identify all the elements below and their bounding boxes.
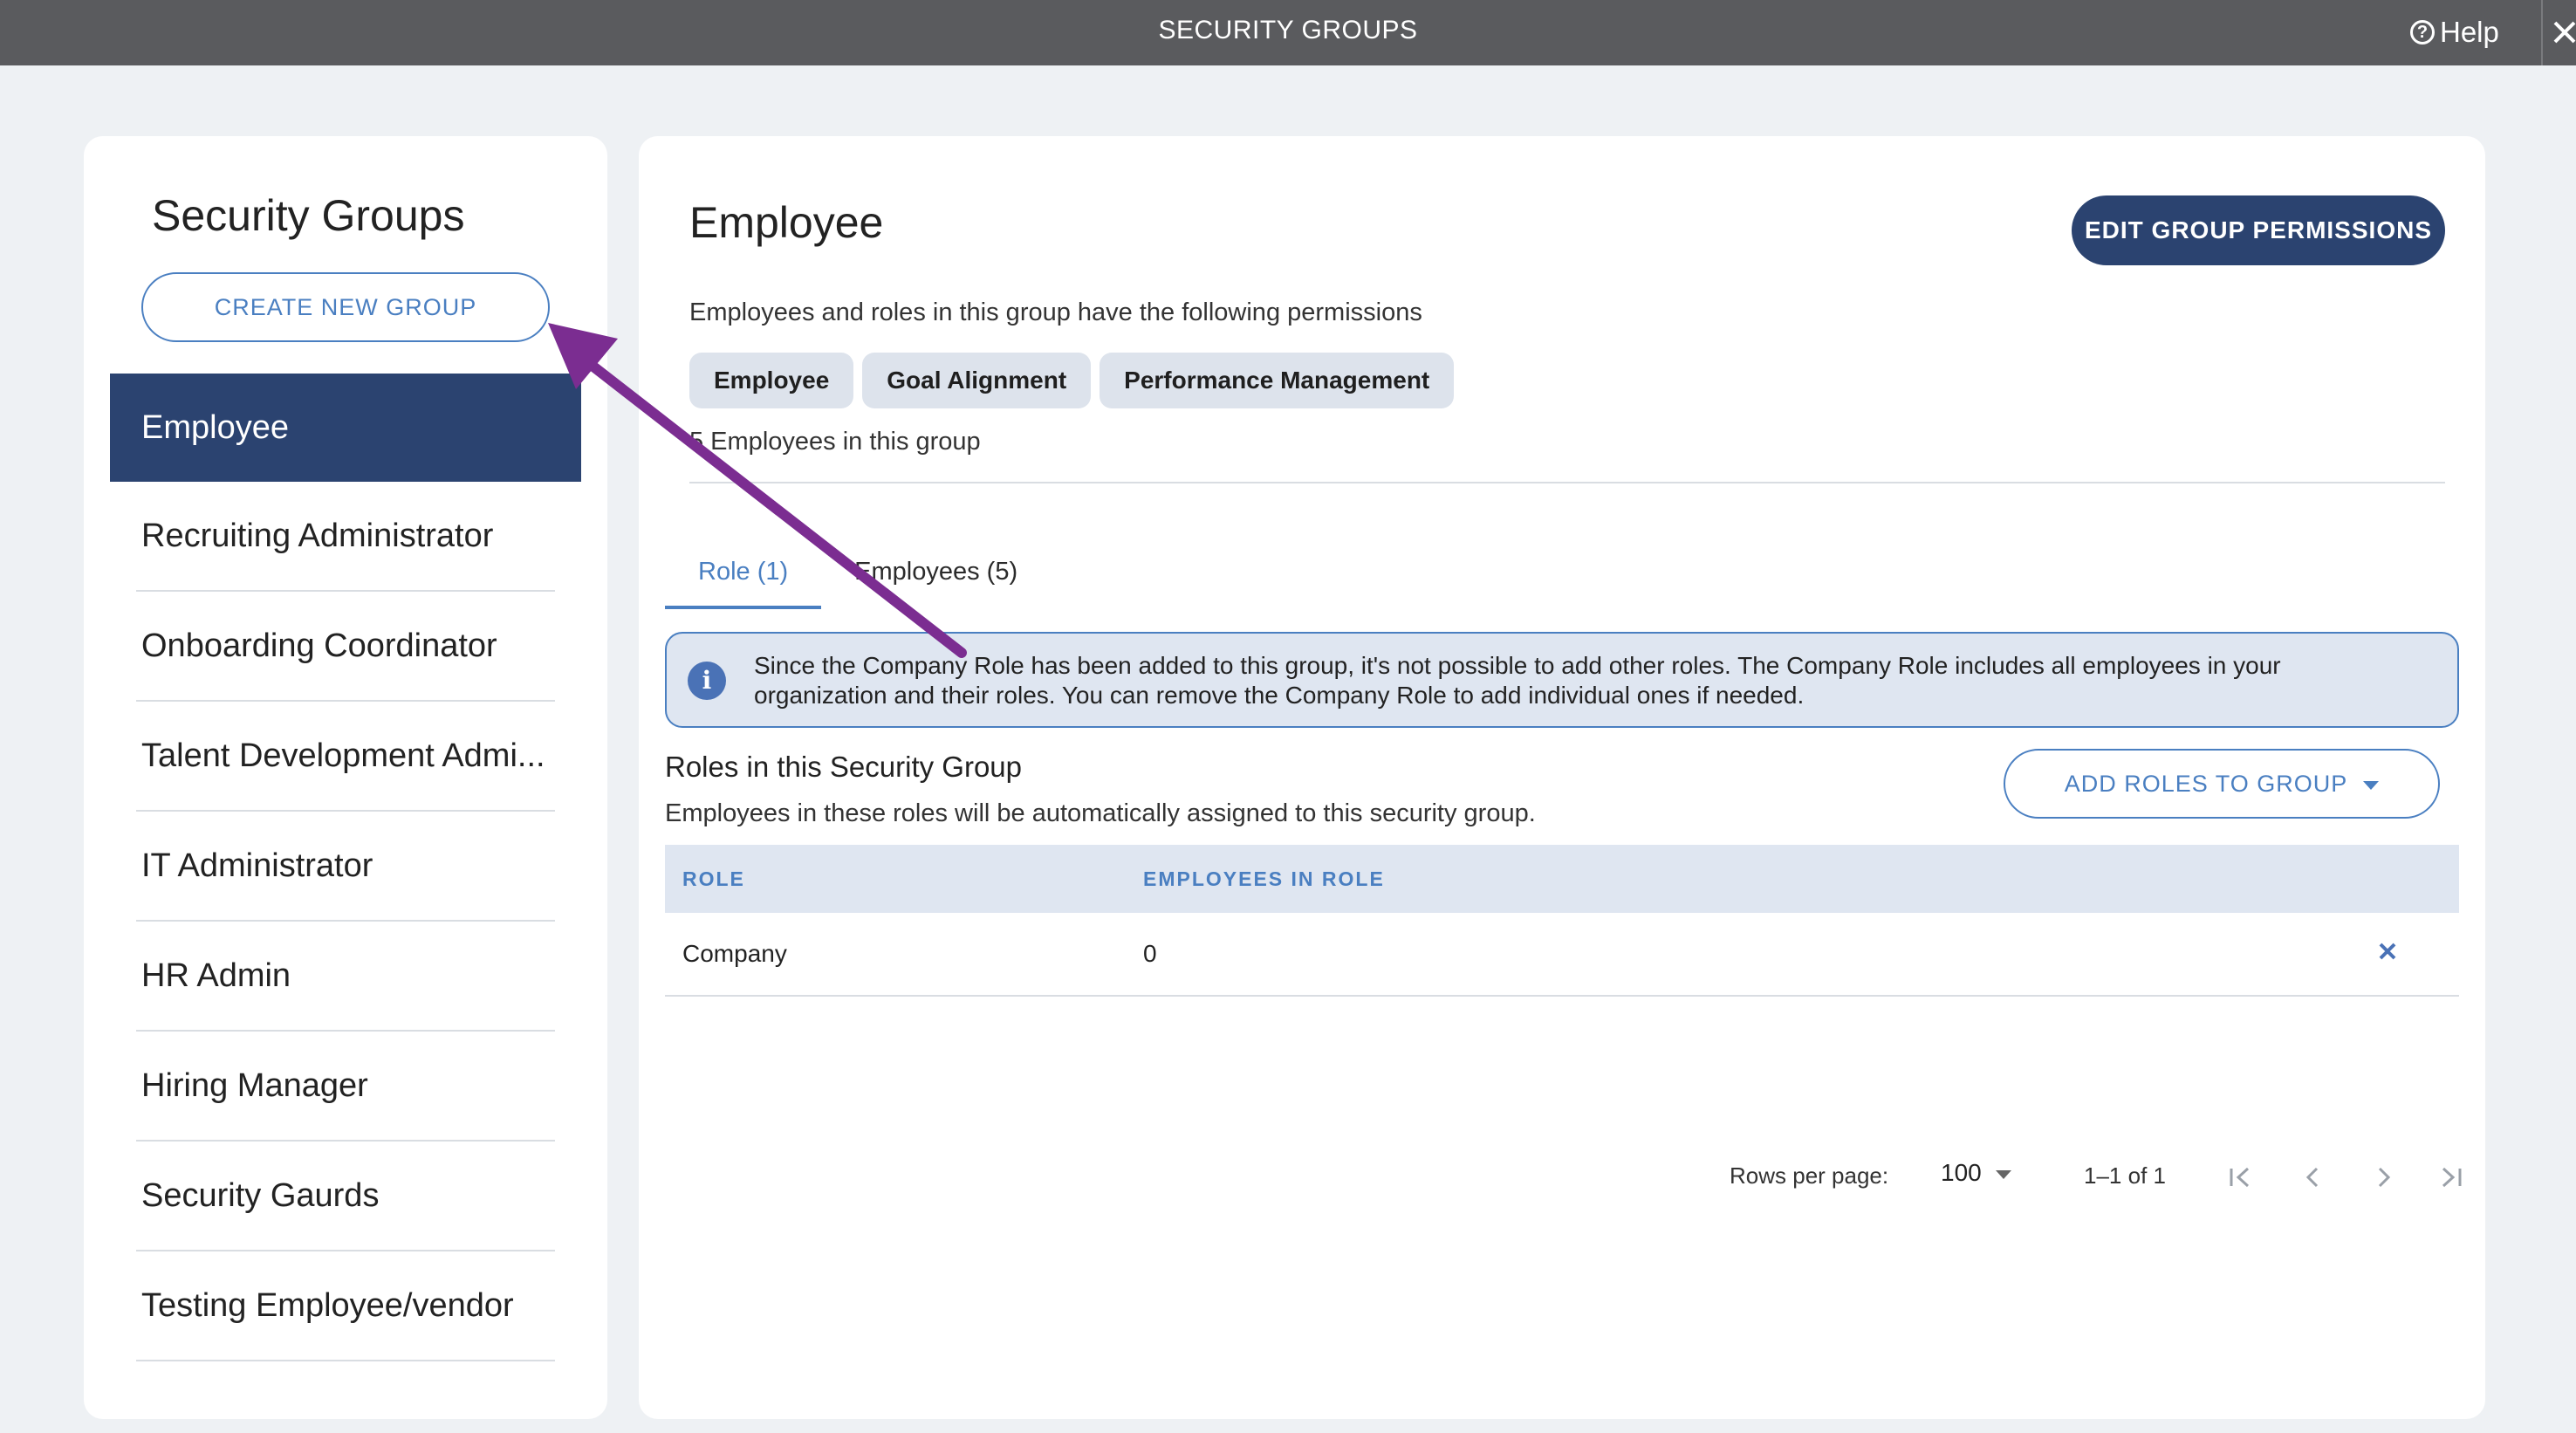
tab-bar: Role (1) Employees (5) [665,534,1051,609]
rows-per-page-select[interactable]: 100 [1941,1159,2011,1187]
group-detail-panel: Employee EDIT GROUP PERMISSIONS Employee… [639,136,2485,1419]
app-title: SECURITY GROUPS [1158,16,1418,45]
permission-chip: Performance Management [1100,353,1455,408]
dropdown-caret-icon [2363,780,2380,790]
close-icon [2553,21,2576,44]
sidebar-item-hr-admin[interactable]: HR Admin [136,922,555,1032]
table-header: ROLE EMPLOYEES IN ROLE [665,845,2459,913]
rows-per-page-value: 100 [1941,1159,1982,1186]
close-button[interactable] [2541,0,2576,65]
tab-employees[interactable]: Employees (5) [821,534,1051,609]
cell-employees-in-role: 0 [1143,940,1157,967]
pagination: Rows per page: 100 1–1 of 1 [665,1155,2462,1199]
table-row: Company 0 [665,913,2459,997]
add-roles-label: ADD ROLES TO GROUP [2064,771,2348,797]
prev-page-icon[interactable] [2299,1162,2328,1192]
page-range: 1–1 of 1 [2084,1162,2166,1189]
sidebar-item-security-gaurds[interactable]: Security Gaurds [136,1142,555,1251]
sidebar-item-talent-development-admin[interactable]: Talent Development Admi... [136,702,555,812]
permission-chips: Employee Goal Alignment Performance Mana… [689,353,1455,408]
create-new-group-button[interactable]: CREATE NEW GROUP [141,272,550,342]
permission-chip: Goal Alignment [862,353,1092,408]
sidebar-item-recruiting-administrator[interactable]: Recruiting Administrator [136,482,555,592]
next-page-icon[interactable] [2368,1162,2398,1192]
sidebar-item-hiring-manager[interactable]: Hiring Manager [136,1032,555,1142]
help-button[interactable]: ? Help [2410,12,2499,52]
top-bar: SECURITY GROUPS ? Help [0,0,2576,65]
roles-table: ROLE EMPLOYEES IN ROLE Company 0 [665,845,2459,997]
help-icon: ? [2410,20,2435,45]
security-groups-panel: Security Groups CREATE NEW GROUP Employe… [84,136,607,1419]
remove-icon[interactable] [2377,941,2398,962]
last-page-icon[interactable] [2436,1162,2466,1192]
tab-role[interactable]: Role (1) [665,534,822,609]
divider [689,482,2445,483]
info-icon: i [688,662,726,700]
rows-per-page-label: Rows per page: [1730,1162,1889,1189]
column-header-employees-in-role[interactable]: EMPLOYEES IN ROLE [1143,845,1385,913]
edit-group-permissions-button[interactable]: EDIT GROUP PERMISSIONS [2072,195,2445,265]
cell-role: Company [682,940,787,967]
sidebar-heading: Security Groups [152,191,465,240]
roles-section-title: Roles in this Security Group [665,751,1023,783]
sidebar-item-testing-employee-vendor[interactable]: Testing Employee/vendor [136,1251,555,1361]
permissions-description: Employees and roles in this group have t… [689,298,1422,326]
page-title: Employee [689,198,884,247]
group-list: Employee Recruiting Administrator Onboar… [110,374,581,1361]
employee-count: 5 Employees in this group [689,428,981,456]
permission-chip: Employee [689,353,854,408]
info-banner: i Since the Company Role has been added … [665,632,2459,728]
roles-section-subtitle: Employees in these roles will be automat… [665,799,1536,827]
sidebar-item-it-administrator[interactable]: IT Administrator [136,812,555,922]
info-text: Since the Company Role has been added to… [754,652,2281,709]
dropdown-caret-icon [1995,1169,2011,1179]
first-page-icon[interactable] [2225,1162,2255,1192]
add-roles-to-group-button[interactable]: ADD ROLES TO GROUP [2004,749,2440,819]
column-header-role[interactable]: ROLE [682,845,745,913]
help-label: Help [2440,16,2499,48]
sidebar-item-onboarding-coordinator[interactable]: Onboarding Coordinator [136,592,555,702]
sidebar-item-employee[interactable]: Employee [110,374,581,482]
